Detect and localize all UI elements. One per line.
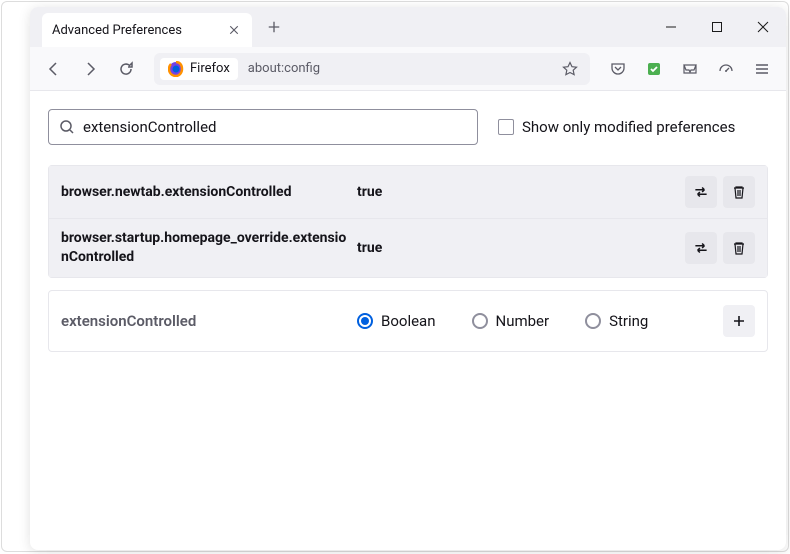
close-icon[interactable]	[226, 22, 242, 38]
maximize-button[interactable]	[694, 7, 740, 47]
navbar: Firefox about:config	[30, 47, 786, 91]
delete-button[interactable]	[723, 176, 755, 208]
search-input[interactable]	[83, 118, 467, 136]
type-radio-number[interactable]: Number	[472, 312, 550, 330]
close-button[interactable]	[740, 7, 786, 47]
search-icon	[59, 119, 75, 135]
url-bar[interactable]: Firefox about:config	[154, 53, 590, 85]
back-button[interactable]	[38, 53, 70, 85]
checkbox-icon	[498, 119, 514, 135]
minimize-button[interactable]	[648, 7, 694, 47]
toggle-button[interactable]	[685, 176, 717, 208]
identity-box[interactable]: Firefox	[160, 58, 238, 80]
pref-row: browser.startup.homepage_override.extens…	[49, 219, 767, 277]
firefox-logo-icon	[168, 61, 184, 77]
prefs-table: browser.newtab.extensionControlled true …	[48, 165, 768, 278]
search-box[interactable]	[48, 109, 478, 145]
pref-value: true	[351, 184, 685, 200]
inbox-icon[interactable]	[674, 53, 706, 85]
tab-title: Advanced Preferences	[52, 23, 226, 38]
type-radio-string[interactable]: String	[585, 312, 648, 330]
radio-icon	[585, 313, 601, 329]
pref-name: browser.newtab.extensionControlled	[61, 183, 351, 202]
show-modified-label: Show only modified preferences	[522, 118, 735, 136]
add-button[interactable]	[723, 305, 755, 337]
new-tab-button[interactable]	[260, 13, 288, 41]
url-text: about:config	[238, 61, 556, 76]
pref-row: browser.newtab.extensionControlled true	[49, 166, 767, 219]
bookmark-star-icon[interactable]	[556, 55, 584, 83]
extension-icon[interactable]	[638, 53, 670, 85]
radio-icon	[357, 313, 373, 329]
type-radio-boolean[interactable]: Boolean	[357, 312, 436, 330]
about-config-content: Show only modified preferences browser.n…	[30, 91, 786, 370]
tab[interactable]: Advanced Preferences	[42, 13, 252, 47]
dashboard-icon[interactable]	[710, 53, 742, 85]
add-pref-name: extensionControlled	[61, 312, 351, 330]
pref-name: browser.startup.homepage_override.extens…	[61, 229, 351, 267]
reload-button[interactable]	[110, 53, 142, 85]
forward-button[interactable]	[74, 53, 106, 85]
pref-value: true	[351, 240, 685, 256]
menu-button[interactable]	[746, 53, 778, 85]
radio-icon	[472, 313, 488, 329]
delete-button[interactable]	[723, 232, 755, 264]
identity-label: Firefox	[190, 61, 230, 76]
titlebar: Advanced Preferences	[30, 7, 786, 47]
add-pref-row: extensionControlled Boolean Number Strin…	[49, 291, 767, 351]
show-modified-checkbox[interactable]: Show only modified preferences	[498, 118, 735, 136]
toggle-button[interactable]	[685, 232, 717, 264]
pocket-icon[interactable]	[602, 53, 634, 85]
